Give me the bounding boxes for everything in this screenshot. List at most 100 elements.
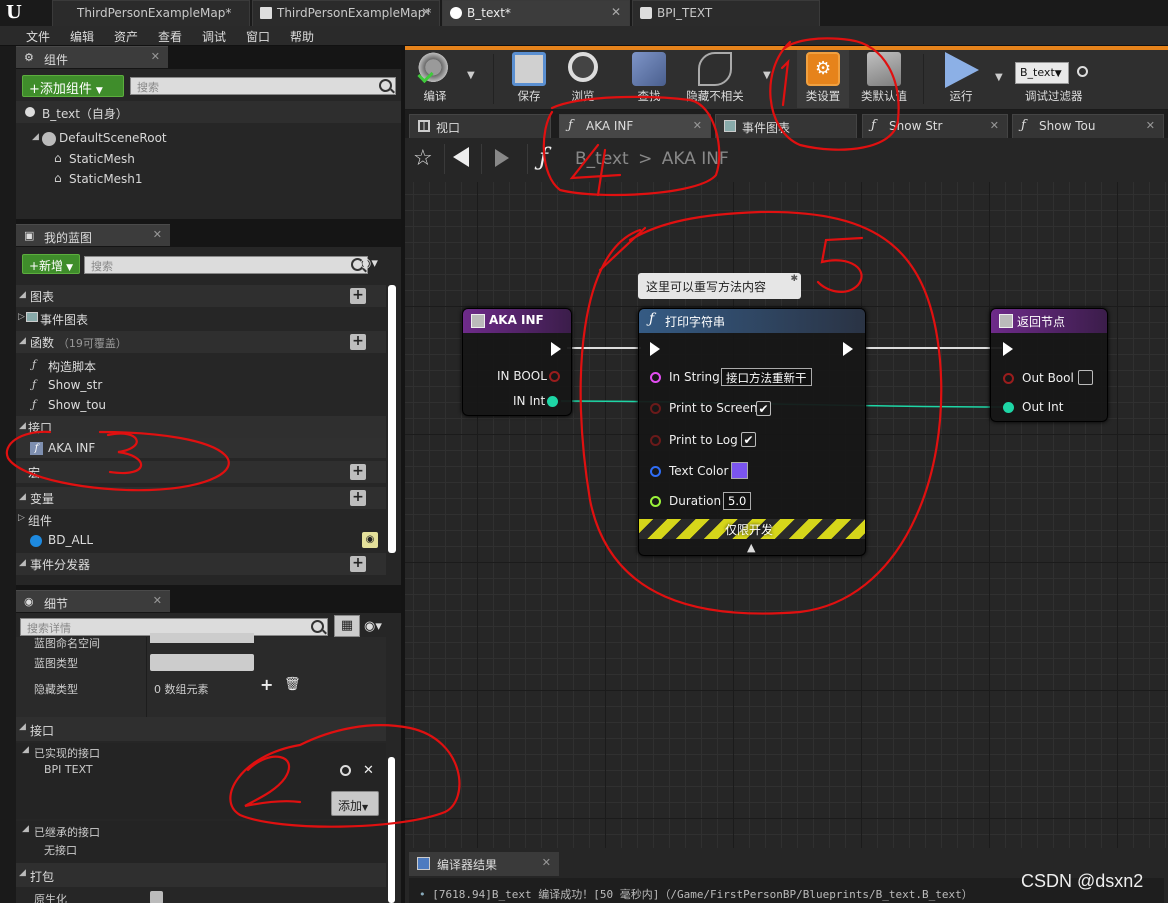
menu-view[interactable]: 查看 <box>158 28 182 45</box>
details-scrollbar[interactable] <box>388 757 395 903</box>
section-variables[interactable]: ◢ 变量 + <box>16 487 386 509</box>
section-event-dispatchers[interactable]: ◢ 事件分发器 + <box>16 553 386 575</box>
add-macro-icon[interactable]: + <box>350 464 366 480</box>
out-bool-pin[interactable] <box>1003 373 1014 384</box>
property-matrix-icon[interactable]: ▦ <box>334 615 360 637</box>
hide-unrelated-button[interactable]: 隐藏不相关 <box>683 50 747 108</box>
save-button[interactable]: 保存 <box>503 50 555 108</box>
function-item-construction-script[interactable]: ƒ 构造脚本 <box>32 355 386 375</box>
nativize-checkbox[interactable] <box>150 891 163 903</box>
variable-item-bd-all[interactable]: BD_ALL ◉ <box>16 530 386 550</box>
hide-options-chevron-icon[interactable]: ▼ <box>763 70 771 81</box>
exec-in-pin[interactable] <box>650 342 660 356</box>
out-bool-checkbox[interactable] <box>1078 370 1093 385</box>
in-string-field[interactable]: 接口方法重新干 <box>721 368 812 386</box>
self-row[interactable]: B_text（自身） <box>16 101 401 123</box>
blueprint-search-input[interactable]: 搜索 <box>84 256 368 274</box>
tab-bpi-text[interactable]: BPI_TEXT <box>632 0 820 26</box>
close-icon[interactable]: ✕ <box>611 5 621 19</box>
namespace-field[interactable] <box>150 633 254 643</box>
in-string-pin[interactable] <box>650 372 661 383</box>
forward-arrow-icon[interactable] <box>495 149 509 167</box>
tab-third-person-map-2[interactable]: ThirdPersonExampleMap* ✕ <box>252 0 440 26</box>
function-item-show-str[interactable]: ƒ Show_str <box>32 375 386 395</box>
new-button[interactable]: +新增 ▼ <box>22 254 80 274</box>
close-icon[interactable]: ✕ <box>421 5 431 19</box>
duration-pin[interactable] <box>650 496 661 507</box>
close-icon[interactable]: ✕ <box>990 119 999 132</box>
visibility-eye-icon[interactable]: ◉▾ <box>360 256 378 271</box>
components-search-input[interactable]: 搜索 <box>130 77 396 95</box>
expand-arrow-icon[interactable]: ▲ <box>747 541 755 554</box>
menu-asset[interactable]: 资产 <box>114 28 138 45</box>
variable-category-components[interactable]: ▷ 组件 <box>16 509 386 529</box>
implemented-item-bpi-text[interactable]: BPI TEXT <box>44 763 93 776</box>
print-string-node[interactable]: ƒ 打印字符串 In String 接口方法重新干 Print to Scree… <box>638 308 866 556</box>
my-blueprint-tab[interactable]: ▣ 我的蓝图 ✕ <box>16 224 170 246</box>
back-arrow-icon[interactable] <box>453 147 469 167</box>
print-screen-pin[interactable] <box>650 403 661 414</box>
find-button[interactable]: 查找 <box>623 50 675 108</box>
in-int-pin[interactable] <box>547 396 558 407</box>
menu-window[interactable]: 窗口 <box>246 28 270 45</box>
interface-item-aka-inf[interactable]: f AKA INF <box>16 438 386 458</box>
details-tab[interactable]: ◉ 细节 ✕ <box>16 590 170 612</box>
pin-comment-icon[interactable]: ✱ <box>790 274 798 284</box>
tab-b-text[interactable]: B_text* ✕ <box>442 0 630 26</box>
section-macros[interactable]: 宏 + <box>16 461 386 483</box>
close-icon[interactable]: ✕ <box>151 50 160 63</box>
class-settings-button[interactable]: ⚙ 类设置 <box>797 50 849 108</box>
section-interface[interactable]: ◢ 接口 <box>16 717 386 741</box>
print-screen-checkbox[interactable]: ✔ <box>756 401 771 416</box>
expand-icon[interactable]: ◢ <box>32 132 39 142</box>
menu-debug[interactable]: 调试 <box>202 28 226 45</box>
tab-third-person-map-1[interactable]: ThirdPersonExampleMap* <box>52 0 250 26</box>
menu-edit[interactable]: 编辑 <box>70 28 94 45</box>
exec-out-pin[interactable] <box>551 342 561 356</box>
add-function-icon[interactable]: + <box>350 334 366 350</box>
exec-out-pin[interactable] <box>843 342 853 356</box>
browse-search-icon[interactable] <box>340 765 351 776</box>
return-node[interactable]: 返回节点 Out Bool Out Int <box>990 308 1108 422</box>
section-interfaces[interactable]: ◢ 接口 <box>16 416 386 438</box>
play-options-chevron-icon[interactable]: ▼ <box>995 72 1003 83</box>
tab-viewport[interactable]: 视口 <box>409 114 551 138</box>
blueprint-type-select[interactable] <box>150 654 254 671</box>
event-graph-item[interactable]: ▷ 事件图表 <box>16 308 386 328</box>
entry-node-aka-inf[interactable]: AKA INF IN BOOL IN Int <box>462 308 572 416</box>
out-int-pin[interactable] <box>1003 402 1014 413</box>
add-graph-icon[interactable]: + <box>350 288 366 304</box>
section-packaging[interactable]: ◢ 打包 <box>16 863 386 887</box>
trash-icon[interactable]: 🗑 <box>284 677 301 692</box>
components-tab[interactable]: ⚙ 组件 ✕ <box>16 46 168 68</box>
in-bool-pin[interactable] <box>549 371 560 382</box>
add-element-icon[interactable]: + <box>260 675 273 694</box>
class-defaults-button[interactable]: 类默认值 <box>855 50 913 108</box>
section-functions[interactable]: ◢ 函数 （19可覆盖） + <box>16 331 386 353</box>
section-graphs[interactable]: ◢ 图表 + <box>16 285 386 307</box>
play-button[interactable]: 运行 <box>935 50 987 108</box>
exec-in-pin[interactable] <box>1003 342 1013 356</box>
function-item-show-tou[interactable]: ƒ Show_tou <box>32 395 386 415</box>
node-comment-bubble[interactable]: 这里可以重写方法内容 ✱ <box>638 273 801 299</box>
close-icon[interactable]: ✕ <box>153 228 162 241</box>
blueprint-scrollbar[interactable] <box>388 285 396 553</box>
text-color-pin[interactable] <box>650 466 661 477</box>
unreal-logo-icon[interactable]: U <box>6 2 30 24</box>
compile-button[interactable]: 编译 <box>409 50 461 108</box>
graph-canvas[interactable]: AKA INF IN BOOL IN Int 这里可以重写方法内容 ✱ ƒ 打印… <box>405 182 1168 848</box>
browse-button[interactable]: 浏览 <box>557 50 609 108</box>
tab-show-str[interactable]: ƒ Show Str ✕ <box>862 114 1008 138</box>
add-dispatcher-icon[interactable]: + <box>350 556 366 572</box>
add-variable-icon[interactable]: + <box>350 490 366 506</box>
add-interface-button[interactable]: 添加▼ <box>331 791 379 816</box>
menu-file[interactable]: 文件 <box>26 28 50 45</box>
breadcrumb-root[interactable]: B_text <box>575 149 629 169</box>
debug-object-select[interactable]: B_text▼ <box>1015 62 1069 84</box>
duration-field[interactable]: 5.0 <box>723 492 752 510</box>
close-icon[interactable]: ✕ <box>693 119 702 132</box>
tab-aka-inf[interactable]: ƒ AKA INF ✕ <box>559 114 711 138</box>
compiler-results-tab[interactable]: 编译器结果 ✕ <box>409 852 559 876</box>
favorite-star-icon[interactable]: ☆ <box>413 146 433 171</box>
print-log-pin[interactable] <box>650 435 661 446</box>
